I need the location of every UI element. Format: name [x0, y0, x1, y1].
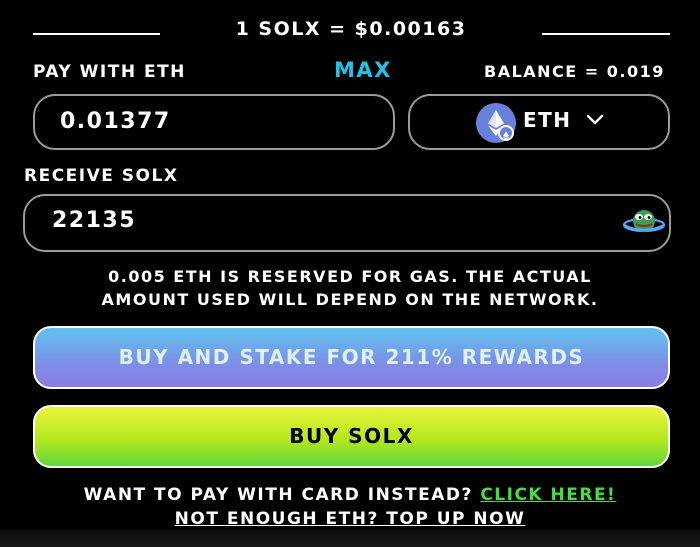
top-up-link[interactable]: NOT ENOUGH ETH? TOP UP NOW [0, 509, 700, 529]
chevron-down-icon [586, 114, 604, 125]
currency-label: ETH [523, 108, 572, 132]
buy-and-stake-button[interactable]: BUY AND STAKE FOR 211% REWARDS [33, 326, 670, 389]
gas-reserve-note: 0.005 ETH IS RESERVED FOR GAS. THE ACTUA… [60, 265, 640, 311]
pay-with-card-prompt: WANT TO PAY WITH CARD INSTEAD? [83, 485, 473, 505]
gas-note-line-2: AMOUNT USED WILL DEPEND ON THE NETWORK. [101, 290, 599, 309]
gas-note-line-1: 0.005 ETH IS RESERVED FOR GAS. THE ACTUA… [108, 267, 592, 286]
price-text: 1 SOLX = $0.00163 [235, 18, 467, 40]
buy-solx-button[interactable]: BUY SOLX [33, 405, 670, 468]
ethereum-badge-icon [498, 125, 514, 141]
divider-right [542, 33, 670, 35]
receive-label: RECEIVE SOLX [24, 166, 179, 186]
receive-amount-field[interactable]: 22135 [23, 194, 671, 252]
balance-text: BALANCE = 0.019 [484, 62, 665, 81]
pay-with-card-line: WANT TO PAY WITH CARD INSTEAD? CLICK HER… [0, 485, 700, 505]
bottom-edge [0, 530, 700, 547]
divider-left [33, 33, 160, 35]
price-header: 1 SOLX = $0.00163 [0, 14, 700, 50]
pay-amount-value: 0.01377 [60, 109, 171, 134]
pay-label: PAY WITH ETH [33, 62, 186, 82]
currency-select[interactable]: ETH [408, 94, 670, 150]
pepe-planet-icon [623, 210, 665, 233]
click-here-link[interactable]: CLICK HERE! [480, 485, 616, 505]
ethereum-icon [476, 103, 516, 143]
pay-amount-input[interactable]: 0.01377 [33, 94, 395, 150]
max-button[interactable]: MAX [334, 58, 392, 82]
receive-amount-value: 22135 [52, 208, 137, 233]
